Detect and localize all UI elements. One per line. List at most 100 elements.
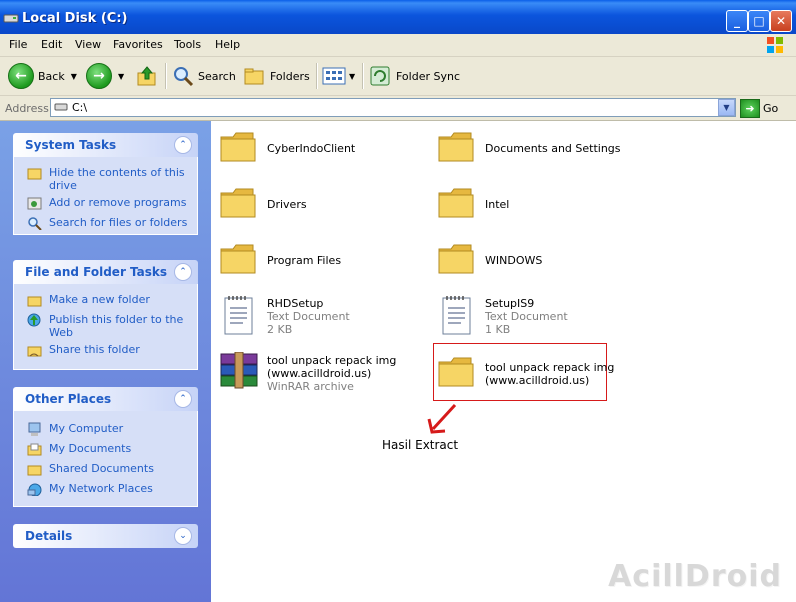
forward-arrow-icon: → [86, 63, 112, 89]
address-label: Address [5, 102, 49, 115]
chevron-down-icon: ▼ [70, 71, 77, 81]
file-name: RHDSetup [267, 297, 324, 310]
network-places-icon [27, 483, 42, 496]
menu-favorites[interactable]: Favorites [113, 38, 163, 51]
menu-view[interactable]: View [75, 38, 101, 51]
file-folder-tasks-header[interactable]: File and Folder Tasks ⌃ [13, 260, 198, 284]
folders-button[interactable]: Folders [244, 62, 310, 90]
task-label: Hide the contents of this drive [49, 166, 185, 192]
file-name: CyberIndoClient [267, 142, 356, 155]
menu-tools[interactable]: Tools [174, 38, 201, 51]
task-label: Search for files or folders [49, 216, 188, 229]
file-size: 1 KB [485, 323, 511, 336]
folders-label: Folders [270, 69, 310, 83]
back-arrow-icon: ← [8, 63, 34, 89]
task-add-remove-programs[interactable]: Add or remove programs [14, 196, 197, 216]
go-arrow-icon[interactable]: ➜ [740, 99, 760, 118]
menu-file[interactable]: File [9, 38, 27, 51]
collapse-icon[interactable]: ⌃ [174, 390, 192, 408]
back-label: Back [38, 69, 65, 83]
folder-sync-label: Folder Sync [396, 69, 461, 83]
place-shared-documents[interactable]: Shared Documents [14, 462, 197, 482]
search-label: Search [198, 69, 236, 83]
file-name: Intel [485, 198, 510, 211]
menu-help[interactable]: Help [215, 38, 240, 51]
place-my-documents[interactable]: My Documents [14, 442, 197, 462]
place-label: Shared Documents [49, 462, 154, 475]
task-label: Share this folder [49, 343, 140, 356]
annotation-text: Hasil Extract [382, 438, 459, 452]
file-name: Documents and Settings [485, 142, 621, 155]
place-network-places[interactable]: My Network Places [14, 482, 197, 502]
task-pane: System Tasks ⌃ Hide the contents of this… [0, 121, 211, 602]
address-bar: Address C:\ ▼ ➜ Go [0, 96, 796, 121]
folder-icon [438, 188, 474, 218]
folder-sync-button[interactable]: Folder Sync [369, 62, 460, 90]
title-bar[interactable]: Local Disk (C:) _ □ ✕ [0, 0, 796, 38]
folder-icon [438, 244, 474, 274]
address-value: C:\ [72, 101, 88, 114]
file-folder-tasks-panel: File and Folder Tasks ⌃ Make a new folde… [13, 260, 198, 370]
file-type: WinRAR archive [267, 380, 354, 393]
text-document-icon [224, 296, 253, 335]
text-document-icon [442, 296, 471, 335]
task-share-folder[interactable]: Share this folder [14, 343, 197, 363]
other-places-header[interactable]: Other Places ⌃ [13, 387, 198, 411]
folders-icon [244, 68, 264, 85]
task-hide-contents[interactable]: Hide the contents of this drive [14, 166, 197, 196]
new-folder-icon [27, 296, 42, 307]
file-type: Text Document [267, 310, 350, 323]
other-places-panel: Other Places ⌃ My Computer My Documents … [13, 387, 198, 507]
details-header[interactable]: Details ⌄ [13, 524, 198, 548]
minimize-button[interactable]: _ [726, 10, 748, 32]
views-button[interactable]: ▼ [322, 62, 355, 90]
go-button[interactable]: Go [763, 102, 778, 115]
publish-web-icon [27, 313, 41, 327]
menu-bar: File Edit View Favorites Tools Help [0, 34, 796, 57]
views-icon [322, 67, 346, 85]
search-button[interactable]: Search [172, 62, 236, 90]
folder-icon [438, 132, 474, 162]
drive-icon [3, 14, 19, 23]
collapse-icon[interactable]: ⌃ [174, 136, 192, 154]
file-type: Text Document [485, 310, 568, 323]
details-title: Details [25, 529, 73, 543]
file-name-line1: tool unpack repack img [267, 354, 397, 367]
menu-edit[interactable]: Edit [41, 38, 62, 51]
place-label: My Documents [49, 442, 132, 455]
expand-icon[interactable]: ⌄ [174, 527, 192, 545]
chevron-down-icon: ▼ [349, 71, 356, 81]
red-arrow-icon [427, 403, 457, 434]
folder-icon [220, 132, 256, 162]
address-dropdown-icon[interactable]: ▼ [718, 99, 735, 116]
close-button[interactable]: ✕ [770, 10, 792, 32]
address-input[interactable] [50, 98, 736, 117]
file-name: SetupIS9 [485, 297, 535, 310]
folder-icon [220, 188, 256, 218]
up-folder-icon [137, 66, 156, 86]
task-search-files[interactable]: Search for files or folders [14, 216, 197, 236]
back-button[interactable]: ← Back ▼ [8, 62, 77, 90]
task-make-new-folder[interactable]: Make a new folder [14, 293, 197, 313]
share-folder-icon [27, 346, 42, 357]
chevron-down-icon: ▼ [118, 71, 125, 81]
system-tasks-header[interactable]: System Tasks ⌃ [13, 133, 198, 157]
my-documents-icon [27, 443, 42, 456]
winrar-archive-icon [220, 352, 258, 389]
collapse-icon[interactable]: ⌃ [174, 263, 192, 281]
up-folder-button[interactable] [136, 62, 158, 90]
task-label: Publish this folder to the Web [49, 313, 184, 339]
hide-contents-icon [27, 168, 42, 180]
task-publish-folder[interactable]: Publish this folder to the Web [14, 313, 197, 343]
file-name: WINDOWS [485, 254, 543, 267]
search-icon [28, 217, 42, 230]
file-name-line2: (www.acilldroid.us) [267, 367, 372, 380]
maximize-button[interactable]: □ [748, 10, 770, 32]
forward-button[interactable]: → ▼ [86, 62, 124, 90]
folder-sync-icon [370, 66, 390, 86]
my-computer-icon [28, 422, 41, 436]
folder-icon [438, 357, 474, 387]
file-name-line2: (www.acilldroid.us) [485, 374, 590, 387]
place-my-computer[interactable]: My Computer [14, 422, 197, 442]
file-name: Drivers [267, 198, 307, 211]
